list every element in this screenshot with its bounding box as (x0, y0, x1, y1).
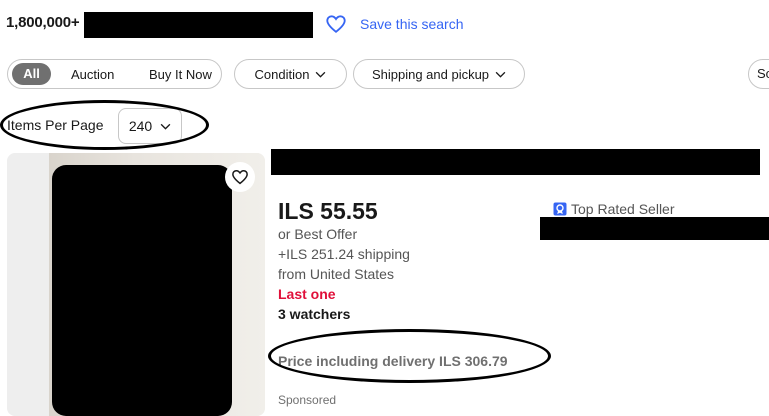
shipping-cost: +ILS 251.24 shipping (278, 246, 410, 262)
watch-button[interactable] (225, 162, 255, 192)
save-search-link[interactable]: Save this search (360, 16, 464, 32)
item-origin: from United States (278, 266, 394, 282)
filter-chip-auction[interactable]: Auction (71, 67, 114, 82)
shipping-filter-label: Shipping and pickup (371, 66, 490, 82)
redacted-query (84, 12, 313, 38)
chevron-down-icon (316, 71, 326, 78)
shipping-filter-button[interactable]: Shipping and pickup (353, 59, 525, 89)
best-offer-text: or Best Offer (278, 226, 358, 242)
sort-filter-label: Sort (757, 66, 769, 81)
chevron-down-icon (495, 71, 506, 78)
sort-filter-button[interactable]: Sort (748, 59, 769, 89)
sponsored-label: Sponsored (278, 393, 337, 407)
filter-chip-all[interactable]: All (12, 63, 51, 85)
top-rated-seller-label: Top Rated Seller (571, 201, 675, 217)
filter-chip-buy-it-now[interactable]: Buy It Now (149, 67, 212, 82)
condition-filter-label: Condition (254, 66, 310, 82)
redacted-seller-info (540, 217, 769, 240)
result-count: 1,800,000+ (6, 14, 80, 31)
stock-status: Last one (278, 286, 336, 302)
redacted-listing-title[interactable] (271, 149, 760, 175)
redacted-image (52, 165, 232, 416)
heart-icon[interactable] (325, 13, 347, 35)
watchers-count: 3 watchers (278, 306, 351, 322)
condition-filter-button[interactable]: Condition (234, 59, 347, 89)
annotation-ellipse-delivery-price (268, 329, 551, 383)
listing-price: ILS 55.55 (278, 198, 378, 224)
annotation-ellipse-items-per-page (0, 100, 209, 150)
top-rated-seller-icon (553, 202, 567, 216)
heart-icon (232, 169, 248, 185)
